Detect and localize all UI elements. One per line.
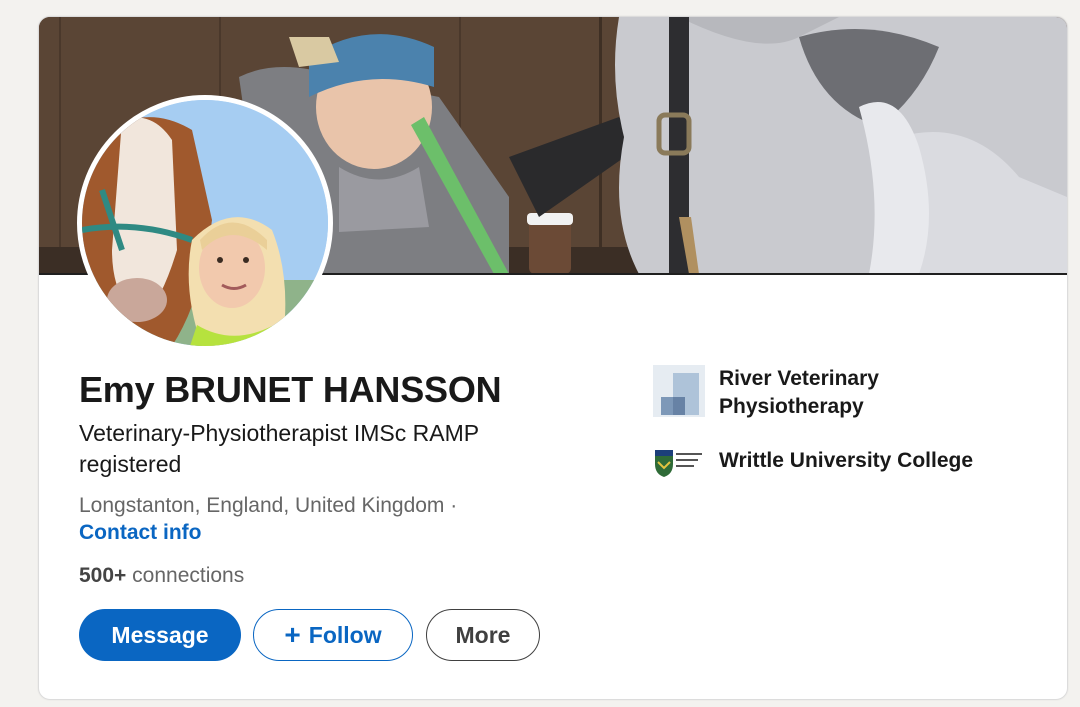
message-button[interactable]: Message bbox=[79, 609, 241, 661]
current-company[interactable]: River Veterinary Physiotherapy bbox=[653, 365, 999, 421]
college-logo-icon bbox=[655, 450, 702, 477]
profile-avatar[interactable] bbox=[77, 95, 333, 351]
connections-label: connections bbox=[132, 564, 245, 587]
school-name: Writtle University College bbox=[719, 449, 974, 472]
follow-button[interactable]: + Follow bbox=[253, 609, 413, 661]
profile-card: Emy BRUNET HANSSON Veterinary-Physiother… bbox=[38, 16, 1068, 700]
company-logo-icon bbox=[653, 365, 705, 417]
connections-number: 500+ bbox=[79, 564, 127, 587]
contact-info-link[interactable]: Contact info bbox=[79, 521, 201, 545]
education[interactable]: Writtle University College bbox=[653, 447, 999, 478]
more-button[interactable]: More bbox=[426, 609, 540, 661]
profile-headline: Veterinary-Physiotherapist IMSc RAMP reg… bbox=[79, 420, 479, 477]
connections-count[interactable]: 500+ connections bbox=[79, 564, 244, 588]
profile-location: Longstanton, England, United Kingdom · bbox=[79, 494, 458, 517]
plus-icon: + bbox=[284, 619, 301, 650]
company-name: River Veterinary Physiotherapy bbox=[719, 367, 879, 418]
follow-label: Follow bbox=[308, 621, 382, 648]
profile-name: Emy BRUNET HANSSON bbox=[79, 369, 502, 410]
